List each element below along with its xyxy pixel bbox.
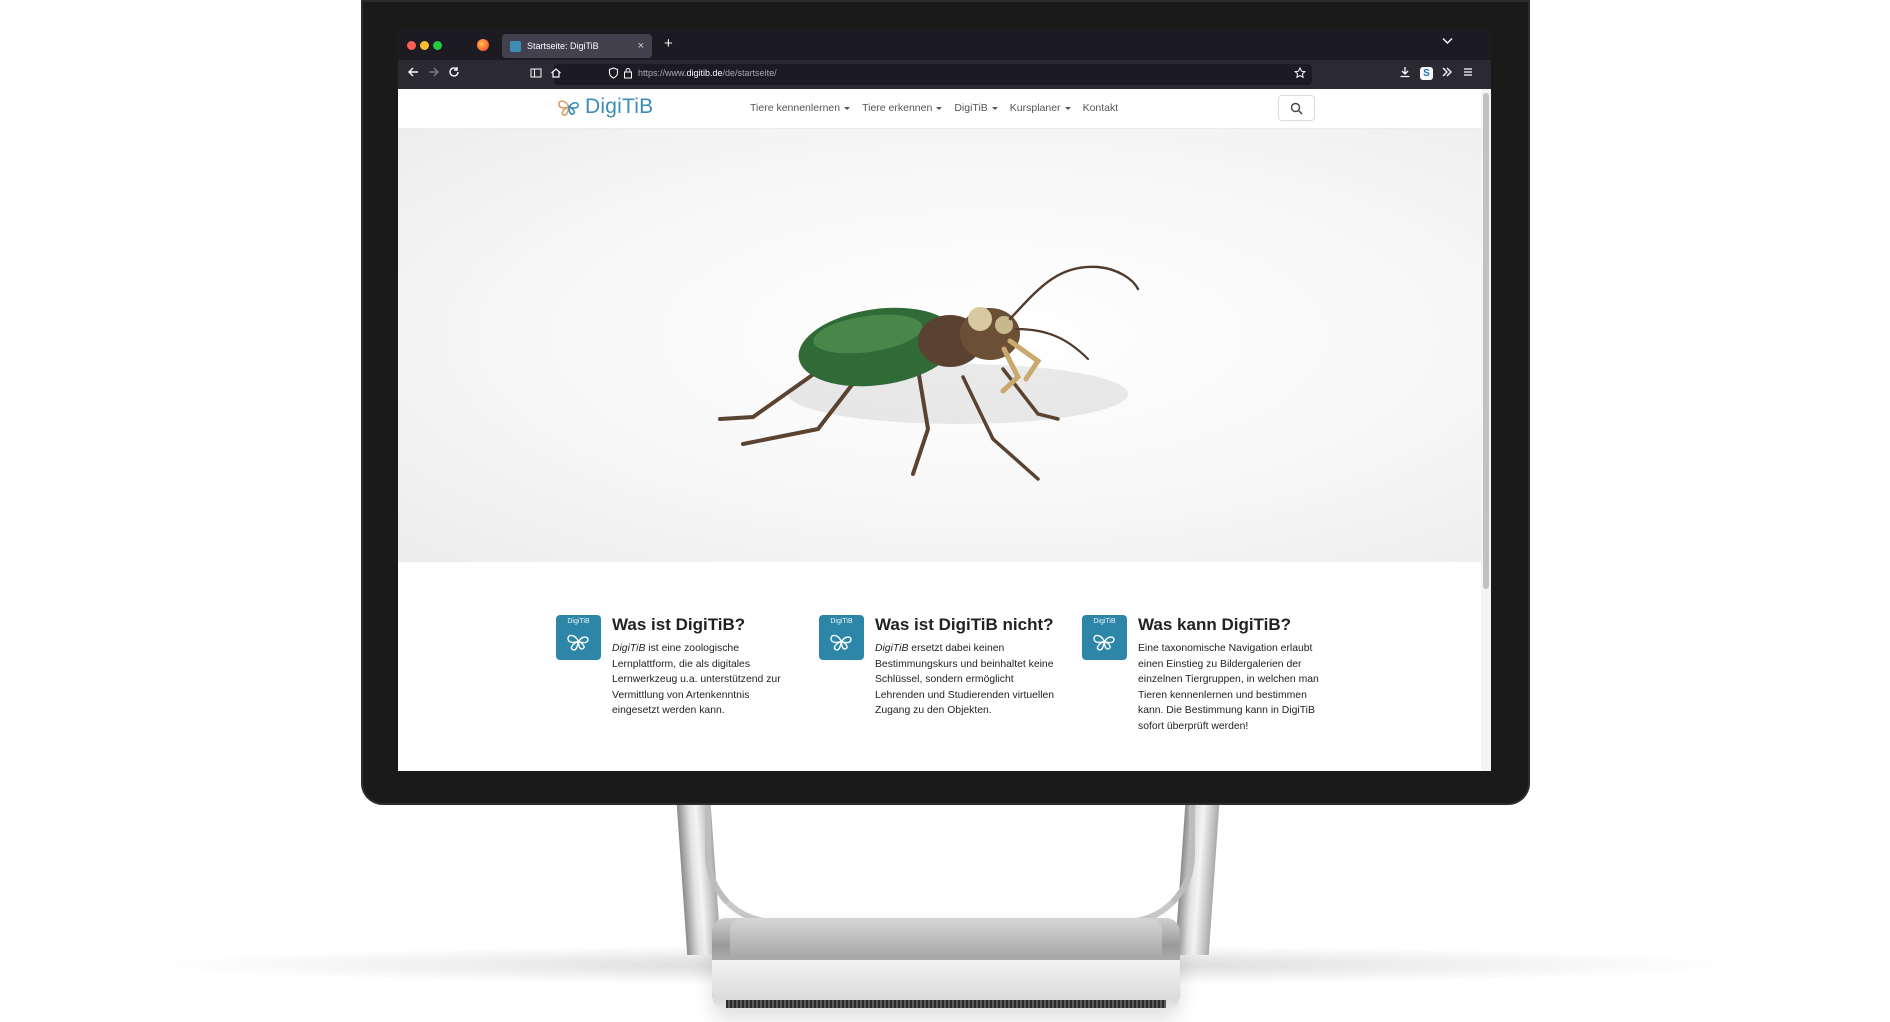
lock-icon[interactable]: [623, 67, 633, 83]
feature-row: DigiTiB Was ist DigiTiB? DigiTiB ist ein…: [556, 615, 1356, 734]
bookmark-star-icon[interactable]: [1293, 66, 1307, 83]
new-tab-button[interactable]: +: [664, 35, 673, 52]
feature-was-ist-digitib: DigiTiB Was ist DigiTiB? DigiTiB ist ein…: [556, 615, 819, 734]
menu-label: Tiere erkennen: [862, 102, 933, 114]
feature-title: Was kann DigiTiB?: [1138, 615, 1292, 634]
menu-label: DigiTiB: [954, 102, 988, 114]
feature-lead: DigiTiB: [875, 643, 909, 654]
url-path: /de/startseite/: [722, 68, 777, 78]
list-tabs-chevron-icon[interactable]: [1442, 37, 1453, 48]
monitor-base-vent: [726, 1000, 1166, 1008]
monitor-stand-hinge: [705, 805, 1195, 925]
monitor-base-top: [730, 918, 1162, 958]
firefox-view-icon[interactable]: [477, 39, 489, 51]
caret-down-icon: [936, 106, 943, 110]
feature-was-ist-digitib-nicht: DigiTiB Was ist DigiTiB nicht? DigiTiB e…: [819, 615, 1082, 734]
back-arrow-icon[interactable]: [407, 66, 419, 82]
tiger-beetle-image: [718, 265, 1140, 481]
extension-s-icon[interactable]: S: [1420, 67, 1433, 80]
digitib-badge-icon: DigiTiB: [819, 615, 864, 660]
digitib-badge-icon: DigiTiB: [1082, 615, 1127, 660]
badge-label: DigiTiB: [1093, 618, 1116, 625]
tab-title: Startseite: DigiTiB: [527, 41, 599, 51]
butterfly-logo-icon: [558, 100, 579, 116]
site-logo[interactable]: DigiTiB: [556, 95, 653, 119]
hero-image-tiger-beetle: [398, 129, 1481, 562]
home-icon[interactable]: [550, 67, 562, 83]
badge-label: DigiTiB: [567, 618, 590, 625]
browser-window: Startseite: DigiTiB × + https://www.digi…: [398, 30, 1491, 771]
maximize-window-button[interactable]: [433, 41, 442, 50]
feature-body: Eine taxonomische Navigation erlaubt ein…: [1138, 643, 1319, 732]
badge-label: DigiTiB: [830, 618, 853, 625]
sidebar-icon[interactable]: [530, 67, 542, 83]
hamburger-menu-icon[interactable]: [1462, 66, 1474, 82]
menu-label: Tiere kennenlernen: [750, 102, 841, 114]
caret-down-icon: [1064, 106, 1071, 110]
menu-item-tiere-kennenlernen[interactable]: Tiere kennenlernen: [750, 102, 851, 114]
tab-startseite[interactable]: Startseite: DigiTiB ×: [502, 34, 652, 58]
menu-item-kontakt[interactable]: Kontakt: [1083, 102, 1119, 114]
logo-text: DigiTiB: [585, 95, 654, 118]
digitib-badge-icon: DigiTiB: [556, 615, 601, 660]
page-scrollbar[interactable]: [1481, 89, 1491, 771]
menu-label: Kursplaner: [1009, 102, 1061, 114]
menu-label: Kontakt: [1082, 102, 1119, 114]
forward-arrow-icon[interactable]: [428, 66, 440, 82]
main-menu: Tiere kennenlernen Tiere erkennen DigiTi…: [750, 102, 1118, 114]
navigation-toolbar: https://www.digitib.de/de/startseite/ S: [398, 60, 1491, 89]
menu-item-tiere-erkennen[interactable]: Tiere erkennen: [862, 102, 943, 114]
web-page: DigiTiB Tiere kennenlernen Tiere erkenne…: [398, 89, 1491, 771]
scrollbar-thumb[interactable]: [1483, 93, 1489, 589]
url-text: https://www.digitib.de/de/startseite/: [638, 68, 777, 78]
feature-lead: DigiTiB: [612, 643, 646, 654]
reload-icon[interactable]: [448, 66, 460, 82]
more-tools-chevrons-icon[interactable]: [1441, 66, 1453, 82]
downloads-icon[interactable]: [1399, 66, 1411, 82]
minimize-window-button[interactable]: [420, 41, 429, 50]
site-header: DigiTiB Tiere kennenlernen Tiere erkenne…: [398, 89, 1481, 129]
search-icon: [1290, 102, 1303, 115]
menu-item-kursplaner[interactable]: Kursplaner: [1010, 102, 1071, 114]
feature-title: Was ist DigiTiB nicht?: [875, 615, 1054, 634]
digitib-favicon-icon: [510, 40, 521, 52]
close-tab-button[interactable]: ×: [638, 40, 644, 52]
monitor-base-front: [712, 960, 1180, 1000]
butterfly-icon: [830, 634, 852, 651]
tab-bar: Startseite: DigiTiB × +: [398, 30, 1491, 60]
feature-text: DigiTiB ersetzt dabei keinen Bestimmungs…: [875, 641, 1061, 719]
feature-text: DigiTiB ist eine zoologische Lernplattfo…: [612, 641, 798, 719]
menu-item-digitib[interactable]: DigiTiB: [954, 102, 998, 114]
tracking-shield-icon[interactable]: [608, 67, 619, 83]
feature-title: Was ist DigiTiB?: [612, 615, 746, 634]
butterfly-icon: [1093, 634, 1115, 651]
close-window-button[interactable]: [407, 41, 416, 50]
caret-down-icon: [991, 106, 998, 110]
url-prefix: https://www.: [638, 68, 687, 78]
butterfly-icon: [567, 634, 589, 651]
feature-text: Eine taxonomische Navigation erlaubt ein…: [1138, 641, 1324, 734]
feature-was-kann-digitib: DigiTiB Was kann DigiTiB? Eine taxonomis…: [1082, 615, 1345, 734]
url-domain: digitib.de: [686, 68, 723, 78]
url-bar[interactable]: https://www.digitib.de/de/startseite/: [530, 64, 1312, 85]
site-search-button[interactable]: [1278, 95, 1315, 121]
caret-down-icon: [844, 106, 851, 110]
